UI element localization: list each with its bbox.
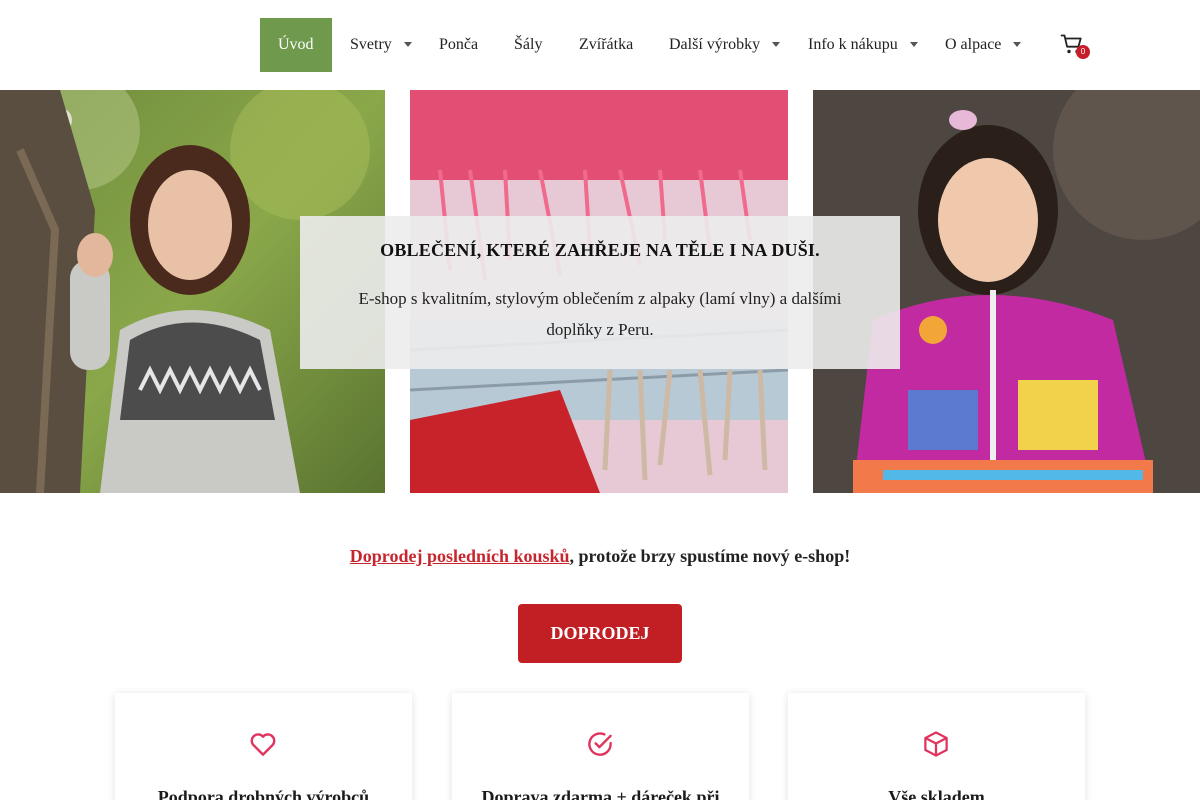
clearance-link[interactable]: Doprodej posledních kousků [350,546,570,566]
nav-item-dalsi-vyrobky[interactable]: Další výrobky [669,18,781,72]
nav-item-zviratka[interactable]: Zvířátka [579,18,633,72]
feature-card: Vše skladem [788,693,1085,800]
nav-item-o-alpace[interactable]: O alpace [945,18,1022,72]
caret-down-icon [772,41,781,47]
heart-icon [250,733,276,756]
hero-subtitle: E-shop s kvalitním, stylovým oblečením z… [358,289,842,339]
nav-item-label: Další výrobky [669,36,761,53]
clearance-button[interactable]: DOPRODEJ [518,604,682,663]
feature-title: Doprava zdarma + dáreček při [481,787,720,800]
hero-title: OBLEČENÍ, KTERÉ ZAHŘEJE NA TĚLE I NA DUŠ… [380,240,820,260]
box-icon [924,731,948,757]
promo-message: Doprodej posledních kousků, protože brzy… [0,546,1200,567]
main-navigation: Úvod Svetry Ponča Šály Zvířátka Další vý… [0,0,1200,90]
nav-item-ponca[interactable]: Ponča [439,18,478,72]
cart-button[interactable]: 0 [1060,32,1090,62]
caret-down-icon [1013,41,1022,47]
feature-title: Podpora drobných výrobců [157,787,370,800]
check-circle-icon [588,732,612,756]
nav-item-label: Svetry [350,36,392,53]
caret-down-icon [403,41,412,47]
feature-title: Vše skladem [888,787,985,800]
feature-card: Podpora drobných výrobců [115,693,412,800]
feature-card: Doprava zdarma + dáreček při [452,693,749,800]
nav-item-info-k-nakupu[interactable]: Info k nákupu [808,18,918,72]
promo-text: , protože brzy spustíme nový e-shop! [569,546,851,566]
nav-item-label: Info k nákupu [808,36,898,53]
caret-down-icon [909,41,918,47]
cart-count-badge: 0 [1076,45,1090,59]
nav-item-saly[interactable]: Šály [514,18,542,72]
nav-item-uvod[interactable]: Úvod [260,18,332,72]
nav-item-svetry[interactable]: Svetry [350,18,412,72]
hero-banner: OBLEČENÍ, KTERÉ ZAHŘEJE NA TĚLE I NA DUŠ… [0,90,1200,493]
nav-item-label: O alpace [945,36,1002,53]
hero-overlay: OBLEČENÍ, KTERÉ ZAHŘEJE NA TĚLE I NA DUŠ… [300,216,900,369]
